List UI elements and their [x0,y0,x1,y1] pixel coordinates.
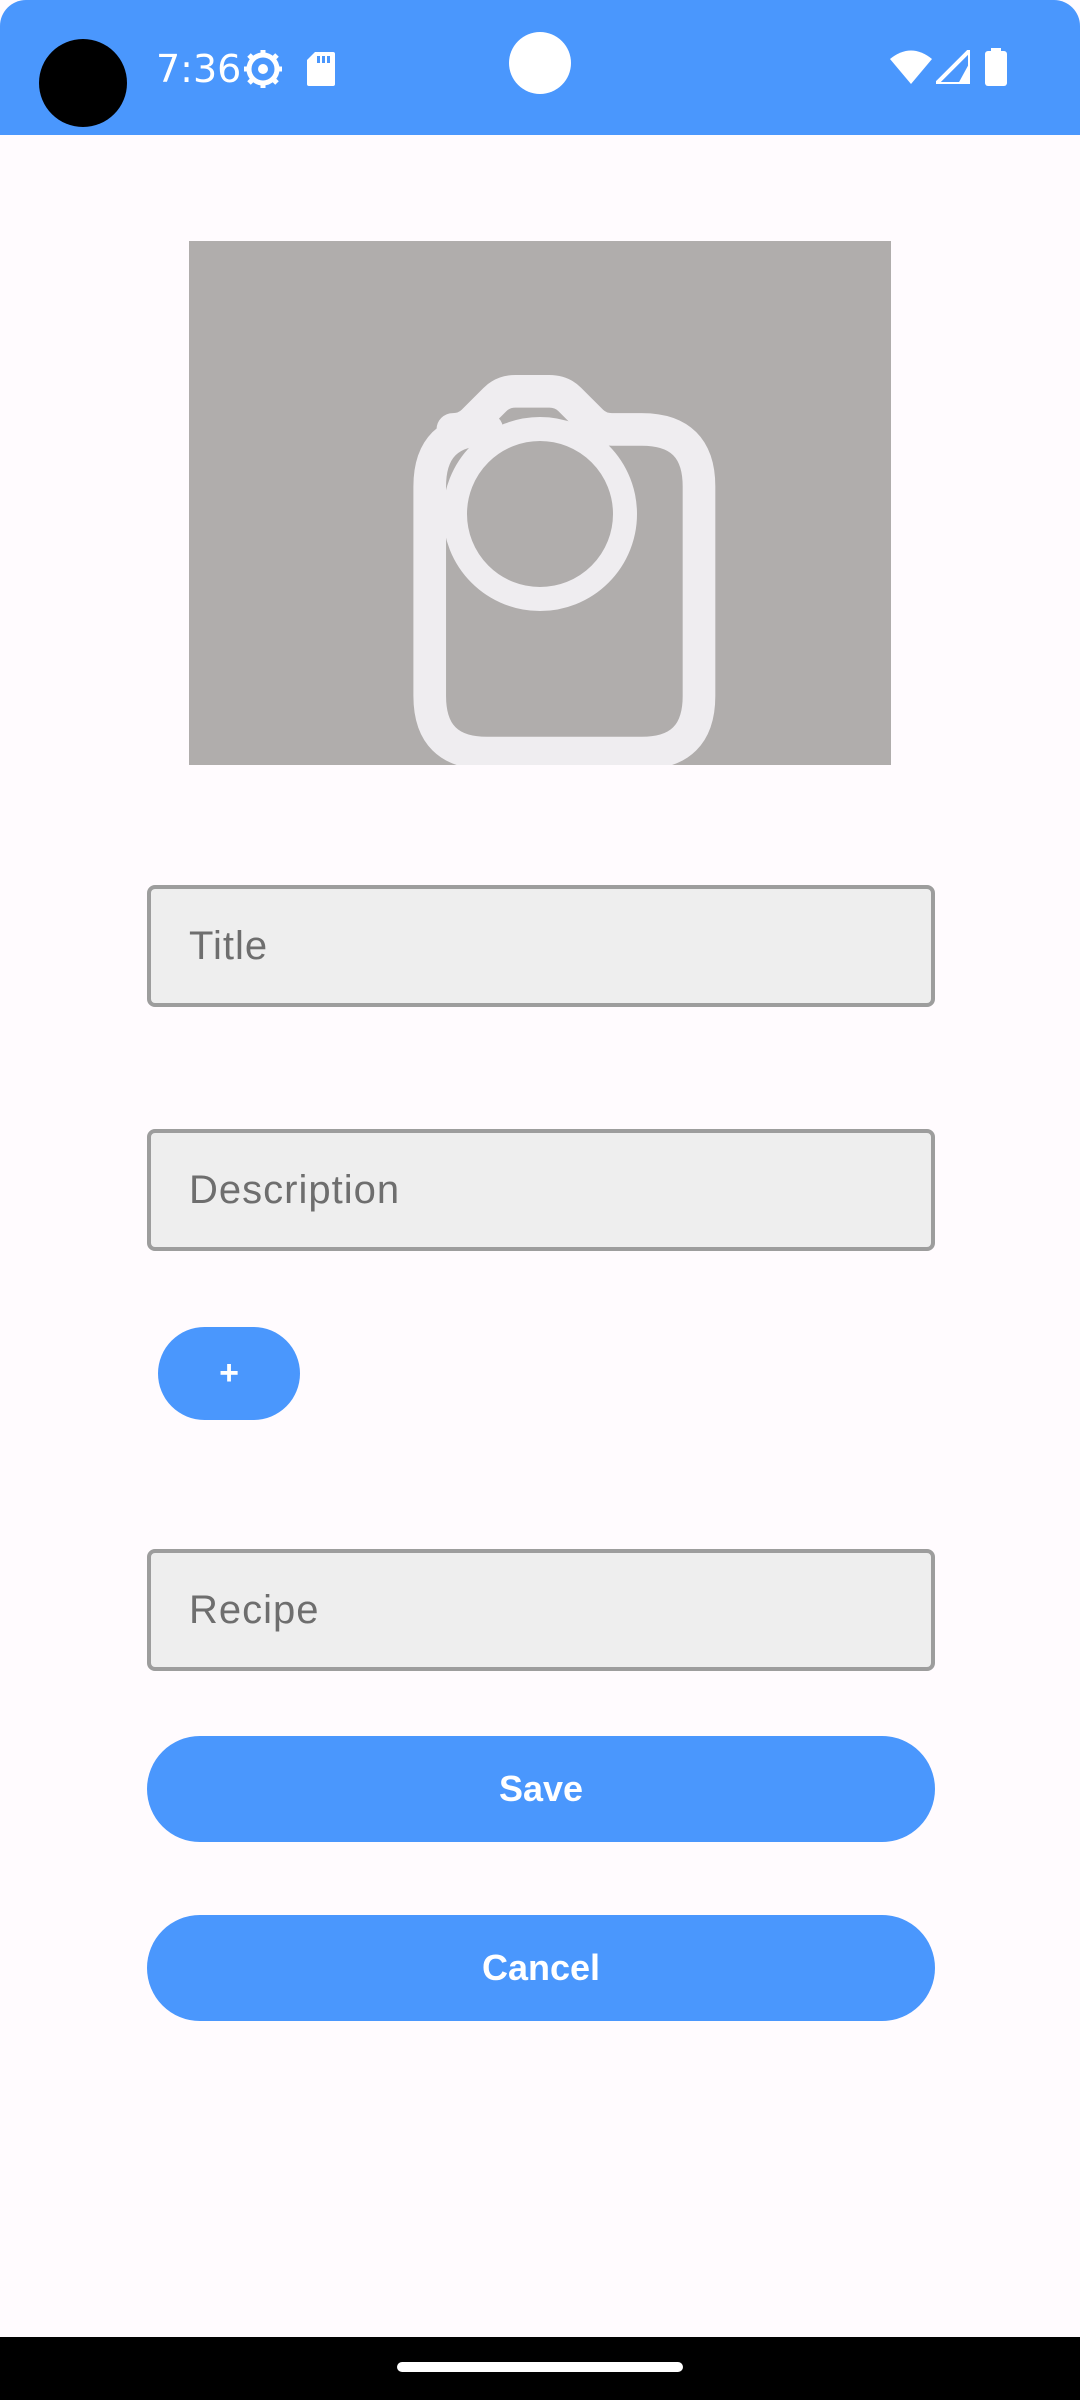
top-indicator-dot [509,32,571,94]
photo-picker[interactable] [189,241,891,765]
status-bar: 7:36 [0,0,1080,135]
recipe-field[interactable] [147,1549,935,1671]
sd-card-icon [307,52,335,91]
cellular-signal-icon [934,48,972,89]
battery-icon [985,48,1007,91]
home-gesture-handle[interactable] [397,2362,683,2372]
camera-icon [413,375,716,765]
front-camera-cutout [39,39,127,127]
title-field[interactable] [147,885,935,1007]
description-field[interactable] [147,1129,935,1251]
cancel-button[interactable]: Cancel [147,1915,935,2021]
wifi-icon [890,50,932,89]
status-time: 7:36 [156,47,242,91]
settings-gear-icon [243,49,283,94]
add-button[interactable]: + [158,1327,300,1420]
save-button[interactable]: Save [147,1736,935,1842]
